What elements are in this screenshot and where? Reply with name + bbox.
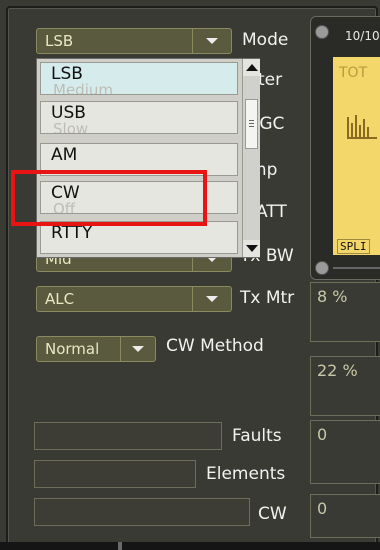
chevron-down-icon [132,346,144,352]
chevron-down-icon [206,296,218,302]
mode-label: Mode [242,30,289,50]
elements-label: Elements [206,464,286,484]
scroll-up-button[interactable] [243,59,260,76]
tx-mtr-meter-value: 8 % [317,287,348,306]
faults-box [34,422,222,450]
arrow-down-icon [245,245,258,252]
dropdown-scrollbar[interactable] [242,59,260,257]
tx-mtr-dropdown-arrow[interactable] [192,287,231,311]
cw-method-dropdown[interactable]: Normal [36,336,156,362]
arrow-up-icon [245,64,258,71]
split-label: SPLI [337,239,370,254]
scroll-thumb[interactable] [245,99,258,149]
elements-box [34,460,196,488]
chevron-down-icon [206,38,218,44]
bottom-notch [118,542,122,550]
tot-label: TOT [339,65,368,81]
option-label: AM [51,145,78,165]
screw-icon [315,261,329,275]
mode-value: LSB [45,32,74,50]
underlying-att-value: Off [53,200,76,214]
cw-meter-value: 0 [317,499,328,518]
underlying-agc-value: Slow [53,120,89,134]
signal-bars-icon [347,115,377,139]
mode-dropdown[interactable]: LSB [36,28,232,54]
tx-mtr-meter: 8 % [310,282,380,342]
display-date: 10/10 [345,29,380,43]
display-screen [333,57,380,255]
underlying-filter-value: Medium [53,81,113,95]
display-slider[interactable] [333,267,380,269]
tx-mtr-label: Tx Mtr [240,288,295,308]
tx-mtr-dropdown[interactable]: ALC [36,286,232,312]
mode-option-rtty[interactable]: RTTY [40,221,238,254]
cw-method-meter-value: 22 % [317,361,358,380]
faults-meter-value: 0 [317,425,328,444]
cw-method-label: CW Method [166,336,264,356]
radio-display: 10/10 TOT SPLI [310,16,380,280]
mode-option-usb[interactable]: USB Slow [40,101,238,134]
scroll-down-button[interactable] [243,240,260,257]
mode-dropdown-arrow[interactable] [192,29,231,53]
tx-mtr-value: ALC [45,290,75,308]
faults-meter: 0 [310,420,380,484]
cw-method-dropdown-arrow[interactable] [120,337,155,361]
cw-method-meter: 22 % [310,356,380,416]
mode-option-am[interactable]: AM [40,143,238,176]
mode-option-lsb[interactable]: LSB Medium [40,62,238,95]
screw-icon [315,25,329,39]
mode-option-cw[interactable]: CW Off [40,181,238,214]
cw-box [34,498,250,526]
cw-label: CW [258,504,287,524]
cw-meter: 0 [310,494,380,538]
faults-label: Faults [232,426,282,446]
cw-method-value: Normal [45,340,100,358]
bottom-bar [0,542,380,550]
grip-icon [249,120,254,121]
mode-dropdown-list[interactable]: LSB Medium USB Slow AM CW Off RTTY [36,58,260,258]
option-label: RTTY [51,223,93,243]
att-label: ATT [256,202,287,222]
